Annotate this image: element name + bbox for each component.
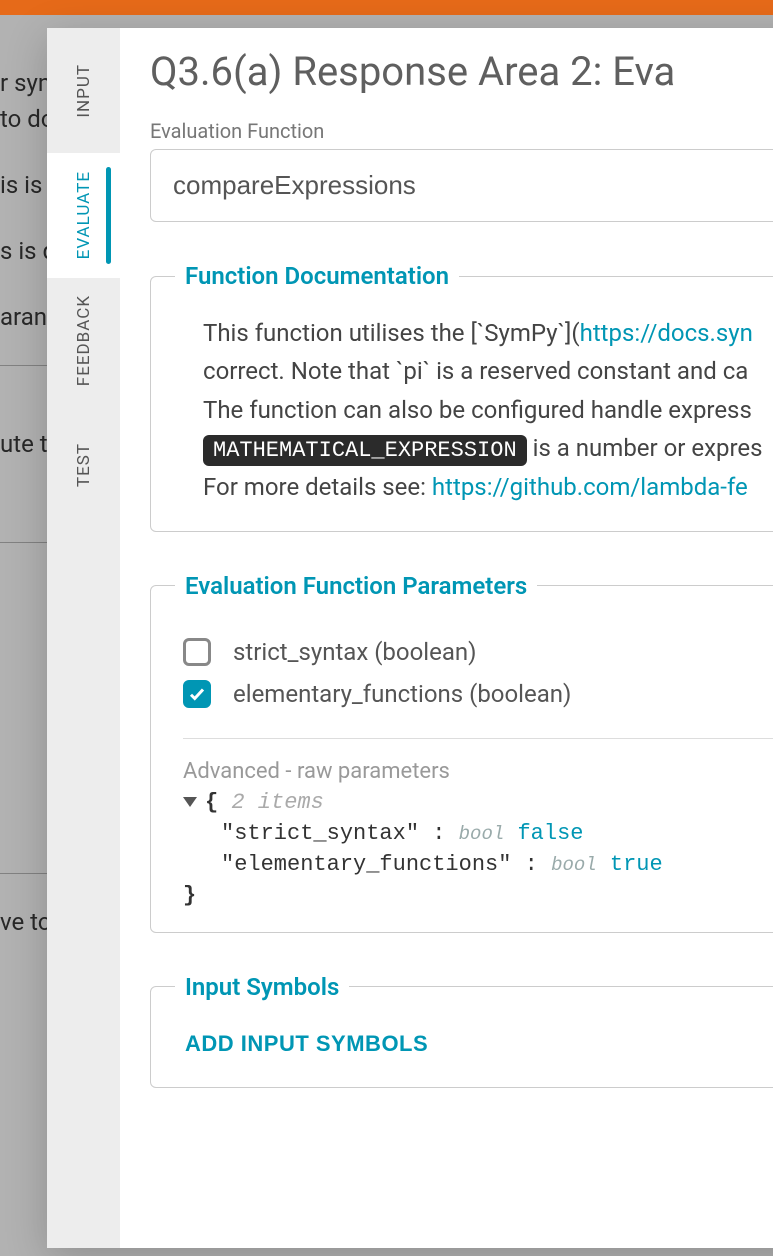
raw-json-view: { 2 items "strict_syntax" : bool false "… — [183, 790, 773, 908]
evaluation-parameters-section: Evaluation Function Parameters strict_sy… — [150, 572, 773, 933]
checkbox-elementary-functions[interactable] — [183, 680, 211, 708]
eval-function-input[interactable] — [150, 149, 773, 222]
eval-function-label: Evaluation Function — [150, 119, 773, 143]
checkbox-strict-syntax[interactable] — [183, 638, 211, 666]
tab-input[interactable]: INPUT — [47, 28, 120, 153]
panel-content: Q3.6(a) Response Area 2: Eva Evaluation … — [120, 28, 773, 1248]
tab-label: TEST — [74, 443, 94, 487]
json-collapse-caret[interactable] — [183, 797, 197, 807]
tab-label: INPUT — [74, 64, 94, 118]
tab-label: EVALUATE — [74, 171, 94, 259]
json-row: "strict_syntax" : bool false — [183, 821, 773, 846]
param-strict-syntax: strict_syntax (boolean) — [183, 638, 773, 666]
response-area-panel: INPUT EVALUATE FEEDBACK TEST Q3.6(a) Res… — [47, 28, 773, 1248]
section-legend: Input Symbols — [175, 973, 349, 1001]
json-meta: 2 items — [231, 790, 323, 815]
param-label: elementary_functions (boolean) — [233, 680, 571, 708]
documentation-text: This function utilises the [`SymPy`](htt… — [183, 314, 773, 507]
side-tabs: INPUT EVALUATE FEEDBACK TEST — [47, 28, 120, 1248]
code-pill: MATHEMATICAL_EXPRESSION — [203, 435, 527, 466]
param-label: strict_syntax (boolean) — [233, 638, 477, 666]
check-icon — [188, 685, 206, 703]
app-top-bar — [0, 0, 773, 15]
github-link[interactable]: https://github.com/lambda-fe — [432, 473, 748, 501]
sympy-link[interactable]: https://docs.syn — [580, 319, 753, 347]
check-icon — [188, 643, 206, 661]
function-documentation-section: Function Documentation This function uti… — [150, 262, 773, 532]
input-symbols-section: Input Symbols ADD INPUT SYMBOLS — [150, 973, 773, 1088]
divider — [183, 738, 773, 739]
tab-evaluate[interactable]: EVALUATE — [47, 153, 120, 278]
section-legend: Evaluation Function Parameters — [175, 572, 537, 600]
advanced-params-label: Advanced - raw parameters — [183, 759, 773, 784]
tab-feedback[interactable]: FEEDBACK — [47, 278, 120, 403]
tab-label: FEEDBACK — [74, 295, 94, 386]
add-input-symbols-button[interactable]: ADD INPUT SYMBOLS — [183, 1025, 430, 1063]
panel-title: Q3.6(a) Response Area 2: Eva — [150, 48, 773, 95]
section-legend: Function Documentation — [175, 262, 459, 290]
param-elementary-functions: elementary_functions (boolean) — [183, 680, 773, 708]
json-row: "elementary_functions" : bool true — [183, 852, 773, 877]
tab-test[interactable]: TEST — [47, 403, 120, 528]
